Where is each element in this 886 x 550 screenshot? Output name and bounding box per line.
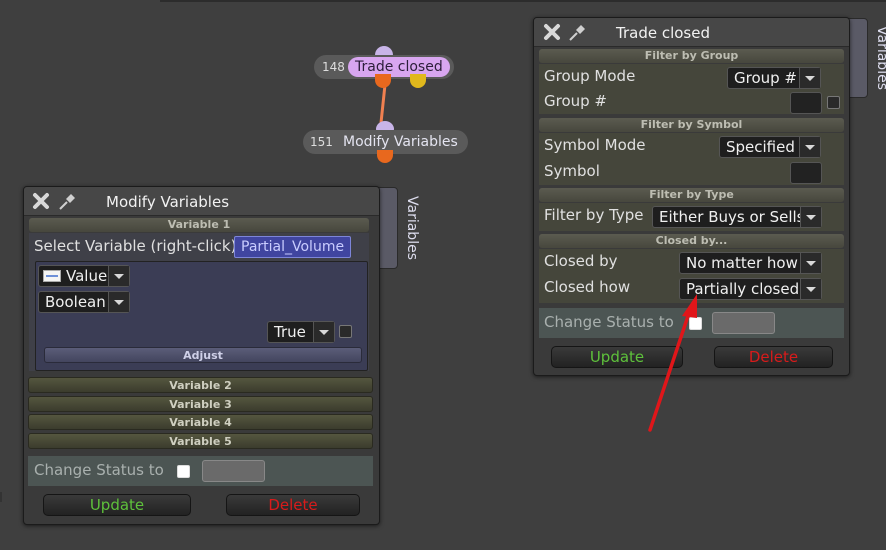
annotation-arrow [648, 294, 697, 432]
